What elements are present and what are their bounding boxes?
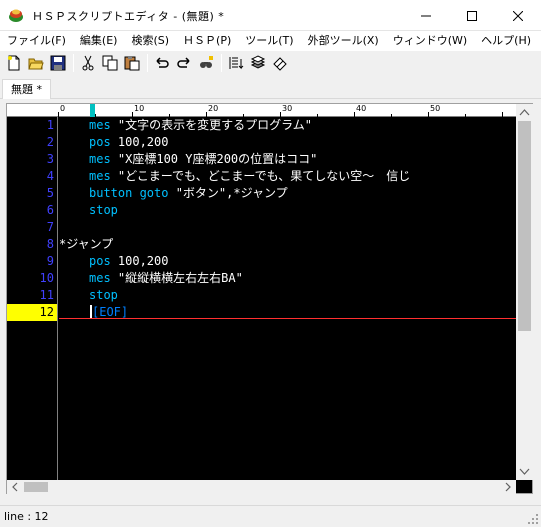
toolbar-separator [147, 54, 148, 72]
line-number: 4 [46, 169, 54, 183]
vertical-scroll-thumb[interactable] [518, 121, 531, 331]
title-bar: ＨＳＰスクリプトエディタ - (無題) * [0, 0, 541, 31]
vertical-scrollbar[interactable] [516, 104, 533, 480]
line-number: 7 [46, 220, 54, 234]
code-line: mes "どこまーでも、どこまーでも、果てしない空～ 信じ [89, 169, 411, 183]
menu-search[interactable]: 検索(S) [124, 31, 176, 51]
stack-button[interactable] [248, 53, 268, 73]
open-folder-icon [28, 58, 44, 70]
maximize-button[interactable] [449, 0, 495, 31]
scroll-right-icon [505, 482, 511, 492]
compile-run-button[interactable] [226, 53, 246, 73]
menu-bar: ファイル(F) 編集(E) 検索(S) ＨＳＰ(P) ツール(T) 外部ツール(… [0, 31, 541, 51]
column-ruler: 0 10 20 30 40 50 [58, 104, 516, 117]
line-number: 1 [46, 118, 54, 132]
paste-button[interactable] [122, 53, 142, 73]
menu-edit[interactable]: 編集(E) [73, 31, 125, 51]
menu-tools[interactable]: ツール(T) [238, 31, 300, 51]
code-line: mes "縦縦横横左右左右BA" [89, 271, 243, 285]
ruler-mark: 50 [430, 104, 441, 113]
menu-hsp[interactable]: ＨＳＰ(P) [176, 31, 238, 51]
status-line-indicator: line : 12 [4, 510, 49, 523]
scroll-left-icon [12, 482, 18, 492]
new-file-icon [8, 55, 20, 71]
menu-window[interactable]: ウィンドウ(W) [386, 31, 474, 51]
save-icon [50, 55, 66, 71]
open-file-button[interactable] [26, 53, 46, 73]
line-number: 2 [46, 135, 54, 149]
paste-icon [124, 56, 140, 71]
code-line: mes "文字の表示を変更するプログラム" [89, 118, 313, 132]
menu-file[interactable]: ファイル(F) [0, 31, 73, 51]
line-number: 6 [46, 203, 54, 217]
code-line: stop [89, 288, 118, 302]
find-button[interactable] [196, 53, 216, 73]
close-icon [513, 10, 523, 21]
ruler-mark: 20 [208, 104, 219, 113]
line-number-gutter: 1 2 3 4 5 6 7 8 9 10 11 12 [7, 117, 58, 480]
save-button[interactable] [48, 53, 68, 73]
toolbar-separator [73, 54, 74, 72]
ruler-mark: 40 [356, 104, 367, 113]
new-file-button[interactable] [4, 53, 24, 73]
maximize-icon [467, 10, 477, 21]
menu-external-tools[interactable]: 外部ツール(X) [301, 31, 386, 51]
horizontal-scroll-thumb[interactable] [24, 482, 48, 492]
redo-button[interactable] [174, 53, 194, 73]
close-button[interactable] [495, 0, 541, 31]
tab-untitled[interactable]: 無題 * [2, 79, 51, 99]
code-area[interactable]: mes "文字の表示を変更するプログラム" pos 100,200 mes "X… [59, 117, 516, 480]
hsp-app-icon[interactable] [8, 7, 24, 23]
horizontal-scrollbar[interactable] [7, 480, 516, 494]
undo-button[interactable] [152, 53, 172, 73]
toolbar-separator [221, 54, 222, 72]
minimize-button[interactable] [403, 0, 449, 31]
menu-help[interactable]: ヘルプ(H) [474, 31, 538, 51]
line-number: 10 [39, 271, 54, 285]
text-caret [90, 305, 92, 319]
minimize-icon [421, 15, 431, 16]
line-number: 5 [46, 186, 54, 200]
eraser-button[interactable] [270, 53, 290, 73]
line-number: 11 [39, 288, 54, 302]
compile-run-icon [229, 57, 244, 70]
copy-button[interactable] [100, 53, 120, 73]
copy-icon [102, 55, 118, 71]
code-label-line: *ジャンプ [59, 237, 114, 251]
eraser-icon [273, 57, 287, 71]
code-line: mes "X座標100 Y座標200の位置はココ" [89, 152, 318, 166]
line-number: 3 [46, 152, 54, 166]
cut-icon [82, 55, 94, 71]
code-line: pos 100,200 [89, 254, 169, 268]
ruler-corner [7, 104, 58, 117]
resize-grip-icon [528, 514, 538, 524]
code-line: stop [89, 203, 118, 217]
line-number: 9 [46, 254, 54, 268]
editor[interactable]: 0 10 20 30 40 50 1 2 3 4 5 6 7 8 9 10 11… [6, 103, 533, 494]
redo-icon [177, 57, 190, 68]
cut-button[interactable] [78, 53, 98, 73]
stack-icon [250, 55, 266, 69]
ruler-mark: 30 [282, 104, 293, 113]
ruler-mark: 0 [60, 104, 66, 113]
line-number: 8 [46, 237, 54, 251]
current-line-number: 12 [7, 304, 57, 321]
tab-bar: 無題 * [0, 77, 541, 99]
window-title: ＨＳＰスクリプトエディタ - (無題) * [32, 10, 225, 23]
code-line: button goto "ボタン",*ジャンプ [89, 186, 288, 200]
toolbar [0, 51, 541, 75]
scroll-down-icon [519, 468, 530, 475]
find-icon [200, 56, 213, 68]
undo-icon [156, 57, 169, 68]
ruler-mark: 10 [134, 104, 145, 113]
ruler-cursor-marker [90, 104, 95, 117]
scroll-up-icon [519, 109, 530, 116]
current-line-underline [59, 318, 516, 319]
code-line: pos 100,200 [89, 135, 169, 149]
status-bar: line : 12 [0, 505, 541, 527]
